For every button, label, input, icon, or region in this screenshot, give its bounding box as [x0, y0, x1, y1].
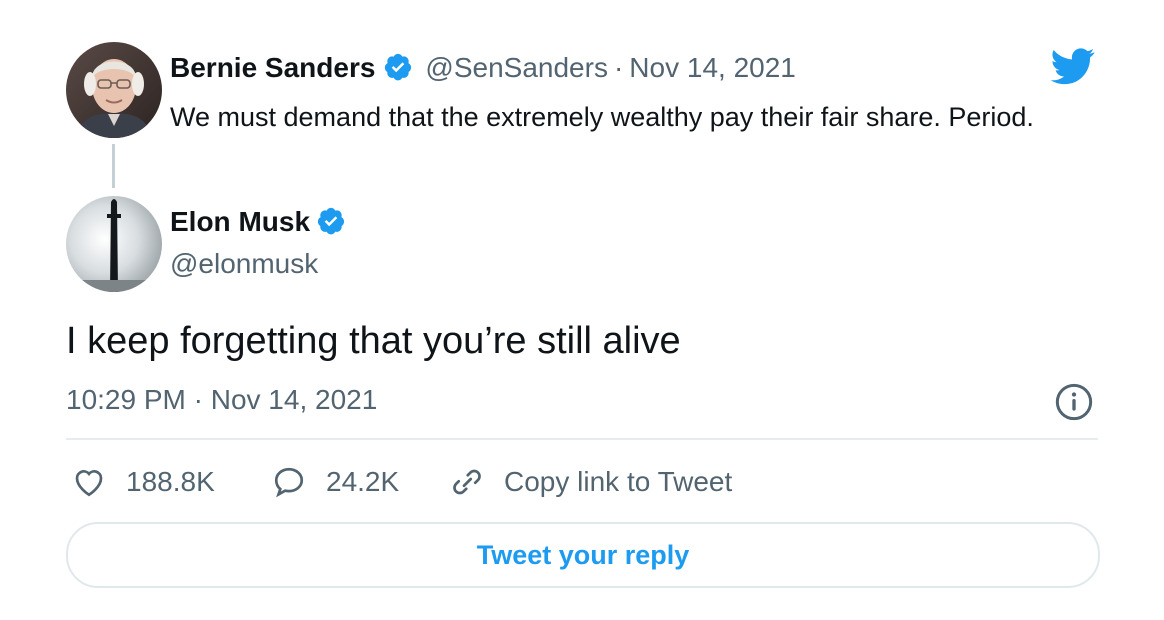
meta-separator: · — [613, 52, 624, 83]
heart-icon — [75, 470, 103, 497]
thread-connector-line — [112, 144, 115, 188]
like-count: 188.8K — [126, 466, 215, 497]
copy-link-button[interactable]: Copy link to Tweet — [448, 464, 732, 500]
like-button[interactable]: 188.8K — [70, 464, 215, 500]
reply-author-handle[interactable]: @elonmusk — [170, 248, 318, 280]
tweet-timestamp[interactable]: 10:29 PM · Nov 14, 2021 — [66, 384, 377, 416]
divider — [66, 438, 1098, 440]
reply-count-button[interactable]: 24.2K — [270, 464, 399, 500]
reply-count: 24.2K — [326, 466, 400, 497]
copy-link-label: Copy link to Tweet — [504, 466, 733, 497]
tweet-your-reply-button[interactable]: Tweet your reply — [66, 522, 1100, 588]
verified-badge-icon — [385, 53, 412, 81]
parent-tweet-text: We must demand that the extremely wealth… — [170, 102, 1034, 132]
parent-author-handle[interactable]: @SenSanders — [425, 52, 608, 83]
speech-bubble-icon — [274, 467, 304, 498]
twitter-bird-icon[interactable] — [1048, 44, 1098, 88]
verified-badge-icon — [317, 207, 345, 235]
parent-author-name[interactable]: Bernie Sanders — [170, 52, 375, 83]
parent-tweet-date[interactable]: Nov 14, 2021 — [629, 52, 796, 83]
link-icon — [453, 469, 481, 495]
reply-author-row: Elon Musk — [170, 206, 346, 238]
reply-tweet-text: I keep forgetting that you’re still aliv… — [66, 320, 681, 362]
info-icon[interactable] — [1054, 382, 1094, 422]
parent-tweet-header: Bernie Sanders @SenSanders · Nov 14, 2021 — [170, 52, 796, 84]
reply-author-name[interactable]: Elon Musk — [170, 206, 310, 237]
avatar[interactable] — [66, 196, 162, 292]
avatar[interactable] — [66, 42, 162, 138]
